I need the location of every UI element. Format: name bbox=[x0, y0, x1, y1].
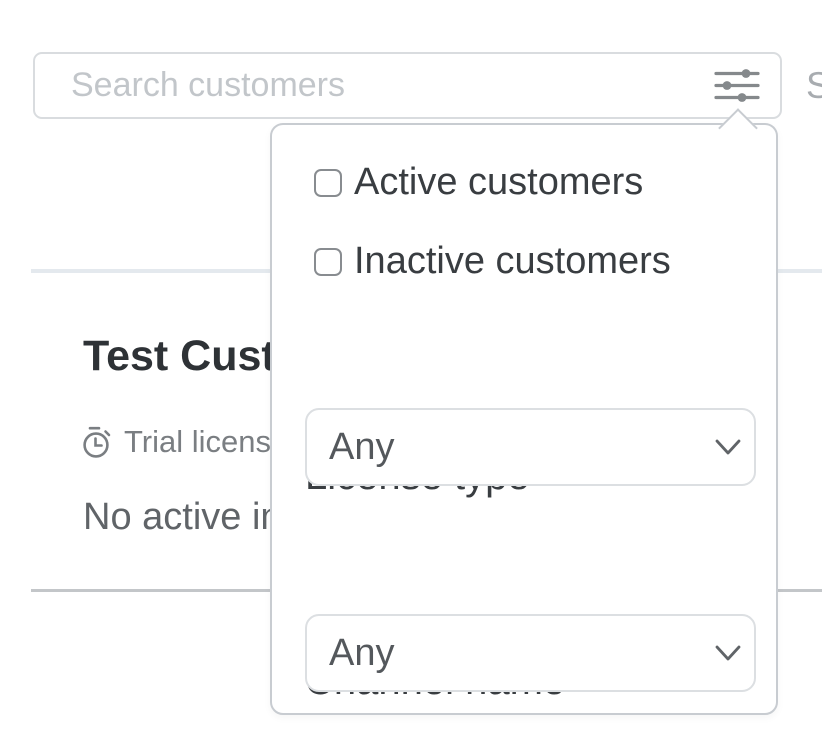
filter-button[interactable] bbox=[706, 58, 768, 112]
inactive-customers-option[interactable]: Inactive customers bbox=[314, 240, 671, 283]
channel-name-select[interactable]: Any bbox=[305, 614, 756, 692]
license-type-select[interactable]: Any bbox=[305, 408, 756, 486]
license-row: Trial licens bbox=[82, 424, 271, 460]
license-type-select-value: Any bbox=[329, 426, 394, 469]
active-customers-option[interactable]: Active customers bbox=[314, 161, 643, 204]
filter-popover: Active customers Inactive customers Lice… bbox=[270, 123, 778, 715]
sort-label-partial: S bbox=[806, 52, 822, 119]
customers-page: S Test Cust Trial licens No active in Ac… bbox=[0, 0, 822, 756]
active-customers-checkbox[interactable] bbox=[314, 169, 342, 197]
sliders-icon bbox=[714, 69, 760, 102]
chevron-down-icon bbox=[715, 645, 741, 662]
license-type-text: Trial licens bbox=[124, 424, 271, 460]
installations-status-text: No active in bbox=[83, 496, 282, 539]
inactive-customers-checkbox[interactable] bbox=[314, 248, 342, 276]
timer-icon bbox=[82, 426, 113, 459]
active-customers-label: Active customers bbox=[354, 161, 643, 204]
customer-name[interactable]: Test Cust bbox=[83, 332, 276, 381]
search-input[interactable] bbox=[33, 52, 782, 119]
inactive-customers-label: Inactive customers bbox=[354, 240, 671, 283]
chevron-down-icon bbox=[715, 439, 741, 456]
channel-name-select-value: Any bbox=[329, 632, 394, 675]
